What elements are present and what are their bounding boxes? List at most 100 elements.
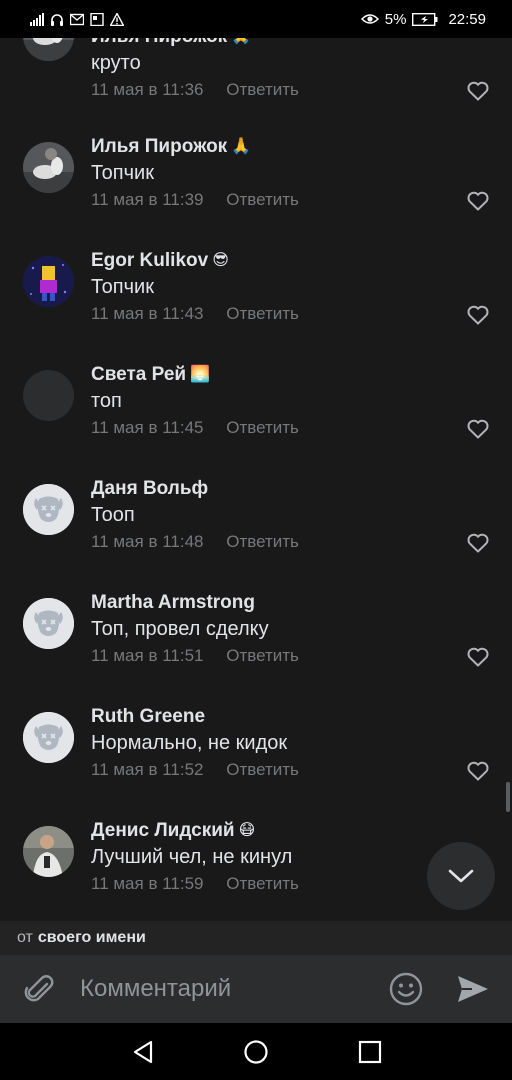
comment-item: Илья Пирожок 🙏 Топчик 11 мая в 11:39 Отв…	[0, 136, 512, 250]
author-emoji: 🌅	[190, 366, 210, 383]
comment-author[interactable]: Martha Armstrong	[91, 592, 255, 614]
status-bar-left	[30, 12, 124, 26]
reply-button[interactable]: Ответить	[226, 190, 299, 209]
comment-item: Egor Kulikov 😎 Топчик 11 мая в 11:43 Отв…	[0, 250, 512, 364]
comment-meta: 11 мая в 11:59 Ответить	[91, 874, 299, 894]
warning-icon	[110, 12, 124, 26]
like-heart-icon[interactable]	[467, 419, 489, 439]
comment-meta: 11 мая в 11:48 Ответить	[91, 532, 299, 552]
author-emoji: 😎	[212, 252, 229, 269]
image-icon	[90, 12, 104, 26]
photo-avatar-image	[23, 142, 74, 193]
comment-author[interactable]: Даня Вольф	[91, 478, 208, 500]
comment-date: 11 мая в 11:59	[91, 874, 204, 893]
photo-avatar-image	[23, 826, 74, 877]
comment-author[interactable]: Egor Kulikov 😎	[91, 250, 229, 272]
post-as-prefix: от	[17, 929, 33, 946]
comment-text: топ	[91, 390, 122, 412]
comment-date: 11 мая в 11:52	[91, 760, 204, 779]
eye-icon	[360, 14, 379, 24]
comments-list[interactable]: Илья Пирожок 🙏 круто 11 мая в 11:36 Отве…	[0, 38, 512, 921]
reply-button[interactable]: Ответить	[226, 532, 299, 551]
avatar[interactable]	[23, 598, 74, 649]
comment-text: Топ, провел сделку	[91, 618, 269, 640]
reply-button[interactable]: Ответить	[226, 304, 299, 323]
comment-text: Нормально, не кидок	[91, 732, 288, 754]
avatar[interactable]	[23, 142, 74, 193]
comment-date: 11 мая в 11:43	[91, 304, 204, 323]
comment-meta: 11 мая в 11:36 Ответить	[91, 80, 299, 100]
system-navigation-bar	[0, 1023, 512, 1080]
comment-meta: 11 мая в 11:39 Ответить	[91, 190, 299, 210]
avatar[interactable]	[23, 370, 74, 421]
battery-percent: 5%	[384, 10, 407, 28]
post-as-selector[interactable]: от своего имени	[0, 921, 512, 955]
reply-button[interactable]: Ответить	[226, 760, 299, 779]
comment-meta: 11 мая в 11:43 Ответить	[91, 304, 299, 324]
comments-screen: 5% 22:59 Илья Пирожок	[0, 0, 512, 1080]
headset-icon	[51, 13, 63, 26]
back-triangle-icon[interactable]	[130, 1039, 156, 1065]
reply-button[interactable]: Ответить	[226, 874, 299, 893]
comment-author[interactable]: Денис Лидский 😷	[91, 820, 255, 842]
attach-paperclip-icon[interactable]	[22, 972, 56, 1006]
reply-button[interactable]: Ответить	[226, 418, 299, 437]
like-heart-icon[interactable]	[467, 81, 489, 101]
comment-date: 11 мая в 11:48	[91, 532, 204, 551]
comment-item: Даня Вольф Тооп 11 мая в 11:48 Ответить	[0, 478, 512, 592]
scrollbar-thumb[interactable]	[506, 782, 510, 812]
comment-meta: 11 мая в 11:52 Ответить	[91, 760, 299, 780]
reply-button[interactable]: Ответить	[226, 80, 299, 99]
comment-composer	[0, 955, 512, 1023]
comment-text: Лучший чел, не кинул	[91, 846, 293, 868]
deleted-dog-avatar-icon	[23, 484, 74, 535]
avatar[interactable]	[23, 38, 74, 61]
comment-author[interactable]: Илья Пирожок 🙏	[91, 136, 251, 158]
avatar[interactable]	[23, 712, 74, 763]
comment-item: Martha Armstrong Топ, провел сделку 11 м…	[0, 592, 512, 706]
like-heart-icon[interactable]	[467, 647, 489, 667]
avatar[interactable]	[23, 256, 74, 307]
comment-item: Света Рей 🌅 топ 11 мая в 11:45 Ответить	[0, 364, 512, 478]
status-bar: 5% 22:59	[0, 0, 512, 38]
like-heart-icon[interactable]	[467, 533, 489, 553]
comment-date: 11 мая в 11:36	[91, 80, 204, 99]
scroll-down-button[interactable]	[427, 842, 495, 910]
author-emoji: 🙏	[231, 38, 251, 45]
send-icon[interactable]	[456, 974, 490, 1004]
comment-input[interactable]	[80, 969, 370, 1009]
post-as-name: своего имени	[37, 929, 146, 946]
emoji-smile-icon[interactable]	[389, 972, 423, 1006]
deleted-dog-avatar-icon	[23, 598, 74, 649]
author-emoji: 🙏	[231, 138, 252, 155]
like-heart-icon[interactable]	[467, 191, 489, 211]
reply-button[interactable]: Ответить	[226, 646, 299, 665]
author-emoji: 😷	[238, 822, 256, 839]
comment-date: 11 мая в 11:39	[91, 190, 204, 209]
recents-square-icon[interactable]	[357, 1039, 383, 1065]
comment-author[interactable]: Света Рей 🌅	[91, 364, 210, 386]
battery-icon	[412, 12, 438, 26]
status-bar-right: 5% 22:59	[360, 10, 486, 28]
home-circle-icon[interactable]	[243, 1039, 269, 1065]
comment-text: Тооп	[91, 504, 135, 526]
chevron-down-icon	[448, 869, 474, 883]
comment-date: 11 мая в 11:51	[91, 646, 204, 665]
like-heart-icon[interactable]	[467, 305, 489, 325]
signal-icon	[30, 12, 44, 26]
deleted-dog-avatar-icon	[23, 712, 74, 763]
comment-item: Илья Пирожок 🙏 круто 11 мая в 11:36 Отве…	[0, 38, 512, 140]
comment-author[interactable]: Илья Пирожок 🙏	[91, 38, 251, 48]
comment-item: Ruth Greene Нормально, не кидок 11 мая в…	[0, 706, 512, 820]
comment-text: круто	[91, 52, 141, 74]
avatar[interactable]	[23, 484, 74, 535]
photo-avatar-image	[23, 38, 74, 61]
comment-meta: 11 мая в 11:45 Ответить	[91, 418, 299, 438]
clock: 22:59	[448, 10, 486, 28]
comment-author[interactable]: Ruth Greene	[91, 706, 205, 728]
comment-meta: 11 мая в 11:51 Ответить	[91, 646, 299, 666]
comment-text: Топчик	[91, 276, 154, 298]
comment-date: 11 мая в 11:45	[91, 418, 204, 437]
like-heart-icon[interactable]	[467, 761, 489, 781]
avatar[interactable]	[23, 826, 74, 877]
